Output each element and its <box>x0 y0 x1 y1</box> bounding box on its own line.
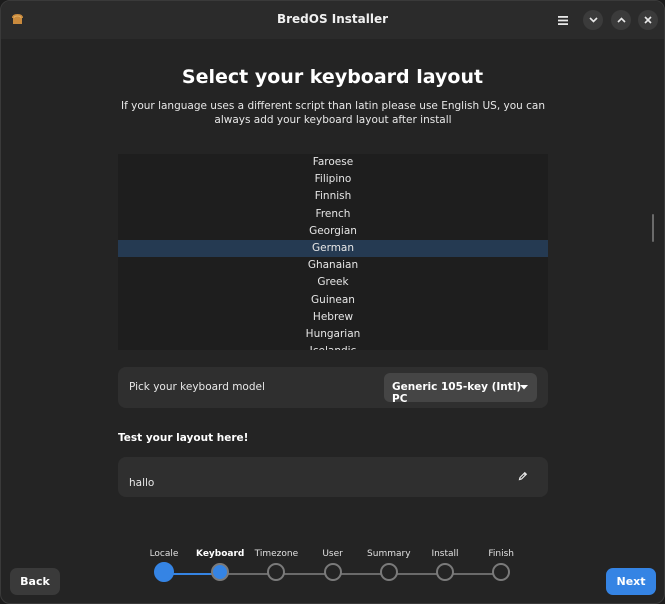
keyboard-layout-list[interactable]: Faroese Filipino Finnish French Georgian Germ… <box>118 154 548 350</box>
keyboard-model-value: Generic 105-key (Intl) PC <box>392 381 522 405</box>
chevron-down-icon <box>588 17 598 23</box>
step-indicator-summary <box>379 563 398 581</box>
list-item[interactable]: Faroese <box>118 154 548 171</box>
installer-window: BredOS Installer Select your keyboard la… <box>0 0 665 604</box>
step-label-timezone: Timezone <box>254 549 299 559</box>
list-item[interactable]: Greek <box>118 274 548 291</box>
keyboard-model-label: Pick your keyboard model <box>129 381 265 393</box>
keyboard-model-row: Pick your keyboard model Generic 105-key… <box>118 367 548 408</box>
next-button[interactable]: Next <box>606 568 656 595</box>
step-indicator-finish <box>492 563 511 581</box>
step-label-install: Install <box>431 549 459 559</box>
list-item[interactable]: German <box>118 239 548 258</box>
back-button[interactable]: Back <box>10 568 60 595</box>
list-item[interactable]: Finnish <box>118 188 548 205</box>
step-label-keyboard: Keyboard <box>196 549 245 559</box>
test-layout-input[interactable]: hallo <box>118 457 548 497</box>
scrollbar[interactable] <box>652 214 654 242</box>
step-indicator-locale <box>154 562 174 582</box>
step-label-summary: Summary <box>367 549 411 559</box>
keyboard-model-dropdown[interactable]: Generic 105-key (Intl) PC <box>384 373 537 405</box>
maximize-button[interactable] <box>611 10 631 30</box>
step-label-finish: Finish <box>488 549 514 559</box>
dropdown-arrow-icon <box>520 385 528 390</box>
progress-steps: Locale Keyboard Timezone User Summary Install… <box>1 546 664 591</box>
minimize-button[interactable] <box>583 10 603 30</box>
menu-icon <box>558 15 568 25</box>
close-icon <box>644 16 652 24</box>
page-subtitle: If your language uses a different script… <box>120 100 545 126</box>
list-item[interactable]: French <box>118 206 548 223</box>
step-indicator-user <box>323 563 342 581</box>
test-layout-value: hallo <box>129 477 155 489</box>
close-button[interactable] <box>638 10 658 30</box>
list-item[interactable]: Icelandic <box>118 343 548 350</box>
title-bar: BredOS Installer <box>1 1 664 39</box>
test-layout-label: Test your layout here! <box>118 432 249 444</box>
step-indicator-install <box>436 563 454 581</box>
list-item[interactable]: Georgian <box>118 223 548 240</box>
menu-button[interactable] <box>554 11 572 29</box>
list-item[interactable]: Filipino <box>118 171 548 188</box>
list-item[interactable]: Ghanaian <box>118 257 548 274</box>
chevron-up-icon <box>616 17 626 23</box>
page-title: Select your keyboard layout <box>181 66 484 88</box>
pencil-icon[interactable] <box>518 471 528 481</box>
step-label-user: User <box>322 549 343 559</box>
step-label-locale: Locale <box>149 549 179 559</box>
list-item[interactable]: Guinean <box>118 292 548 309</box>
step-indicator-timezone <box>267 563 286 581</box>
step-indicator-keyboard <box>211 563 230 581</box>
list-item[interactable]: Hungarian <box>118 326 548 343</box>
list-item[interactable]: Hebrew <box>118 309 548 326</box>
